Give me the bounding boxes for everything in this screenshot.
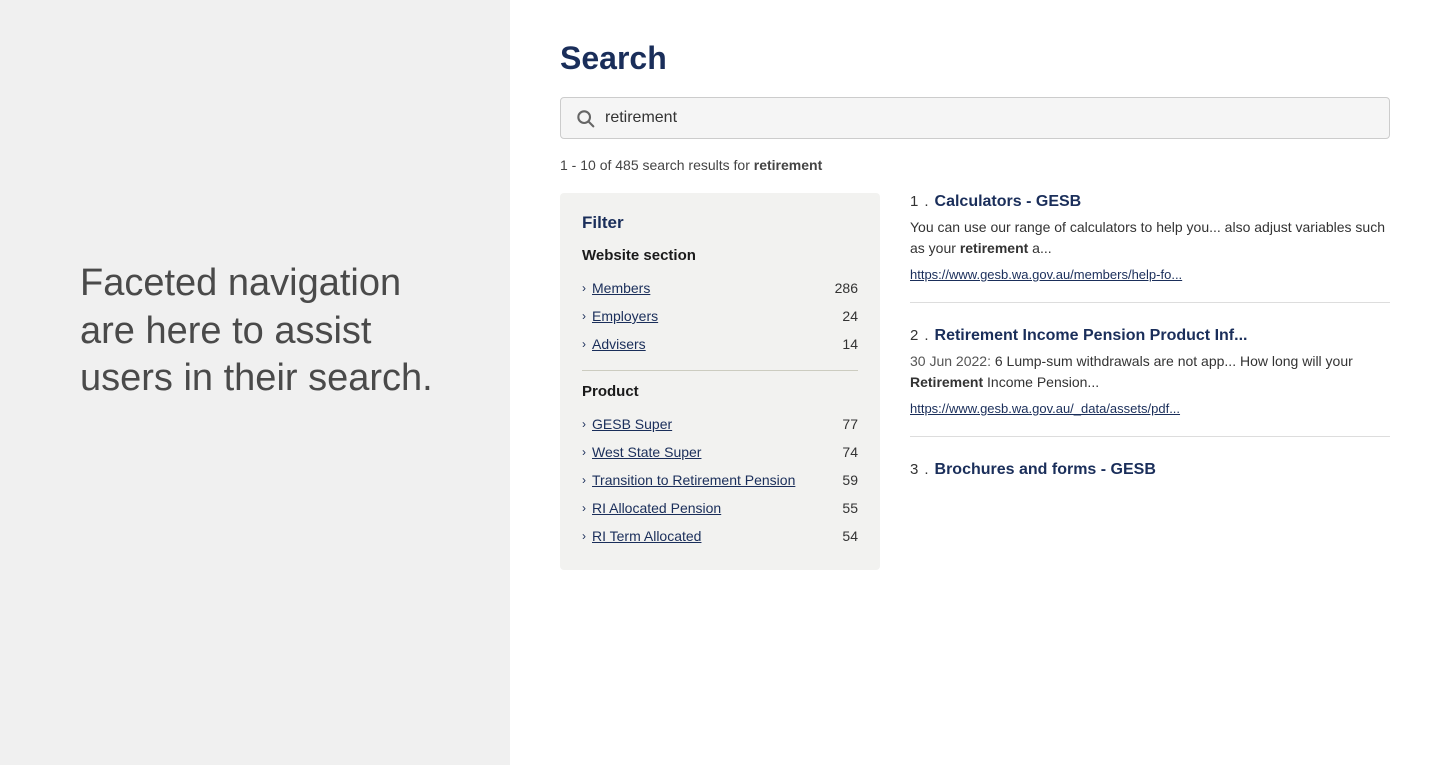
result-item-3: 3. Brochures and forms - GESB [910,461,1390,499]
search-icon [575,108,595,128]
filter-count-members: 286 [835,280,858,296]
filter-link-ri-allocated[interactable]: RI Allocated Pension [592,500,721,516]
filter-item-employers[interactable]: › Employers 24 [582,302,858,330]
right-panel: Search 1 - 10 of 485 search results for … [510,0,1440,765]
result-title-3[interactable]: Brochures and forms - GESB [935,461,1156,479]
filter-panel: Filter Website section › Members 286 › E… [560,193,880,570]
chevron-advisers-icon: › [582,337,586,351]
search-box-container [560,97,1390,139]
search-input[interactable] [605,109,1375,127]
result-title-1[interactable]: Calculators - GESB [935,193,1082,211]
filter-item-advisers[interactable]: › Advisers 14 [582,330,858,358]
result-number-3: 3 [910,461,918,478]
content-area: Filter Website section › Members 286 › E… [560,193,1390,570]
filter-count-ri-term: 54 [842,528,858,544]
filter-count-west-state: 74 [842,444,858,460]
filter-section-website: Website section [582,247,858,264]
search-heading: Search [560,40,1390,77]
result-number-2: 2 [910,327,918,344]
result-url-1[interactable]: https://www.gesb.wa.gov.au/members/help-… [910,267,1390,282]
filter-item-gesb-super[interactable]: › GESB Super 77 [582,410,858,438]
chevron-gesb-icon: › [582,417,586,431]
result-number-1: 1 [910,193,918,210]
result-date-2: 30 Jun 2022: [910,353,991,369]
filter-link-west-state[interactable]: West State Super [592,444,701,460]
filter-link-employers[interactable]: Employers [592,308,658,324]
filter-count-advisers: 14 [842,336,858,352]
chevron-employers-icon: › [582,309,586,323]
filter-title: Filter [582,213,858,233]
filter-link-gesb-super[interactable]: GESB Super [592,416,672,432]
result-url-2[interactable]: https://www.gesb.wa.gov.au/_data/assets/… [910,401,1390,416]
filter-item-members[interactable]: › Members 286 [582,274,858,302]
filter-section-product: Product [582,383,858,400]
filter-link-ri-term[interactable]: RI Term Allocated [592,528,701,544]
chevron-members-icon: › [582,281,586,295]
chevron-transition-icon: › [582,473,586,487]
left-panel-description: Faceted navigation are here to assist us… [80,260,450,403]
filter-item-transition[interactable]: › Transition to Retirement Pension 59 [582,466,858,494]
filter-count-ri-allocated: 55 [842,500,858,516]
filter-divider [582,370,858,371]
result-snippet-2: 30 Jun 2022: 6 Lump-sum withdrawals are … [910,351,1390,393]
chevron-ri-term-icon: › [582,529,586,543]
filter-item-ri-term[interactable]: › RI Term Allocated 54 [582,522,858,550]
filter-link-members[interactable]: Members [592,280,650,296]
filter-count-transition: 59 [842,472,858,488]
filter-link-advisers[interactable]: Advisers [592,336,646,352]
filter-link-transition[interactable]: Transition to Retirement Pension [592,472,795,488]
results-list: 1. Calculators - GESB You can use our ra… [910,193,1390,570]
filter-count-employers: 24 [842,308,858,324]
result-item-2: 2. Retirement Income Pension Product Inf… [910,327,1390,437]
result-snippet-1: You can use our range of calculators to … [910,217,1390,259]
chevron-west-state-icon: › [582,445,586,459]
result-title-2[interactable]: Retirement Income Pension Product Inf... [935,327,1248,345]
results-summary: 1 - 10 of 485 search results for retirem… [560,157,1390,173]
filter-item-west-state[interactable]: › West State Super 74 [582,438,858,466]
filter-item-ri-allocated[interactable]: › RI Allocated Pension 55 [582,494,858,522]
chevron-ri-allocated-icon: › [582,501,586,515]
left-panel: Faceted navigation are here to assist us… [0,0,510,765]
result-item-1: 1. Calculators - GESB You can use our ra… [910,193,1390,303]
filter-count-gesb-super: 77 [842,416,858,432]
